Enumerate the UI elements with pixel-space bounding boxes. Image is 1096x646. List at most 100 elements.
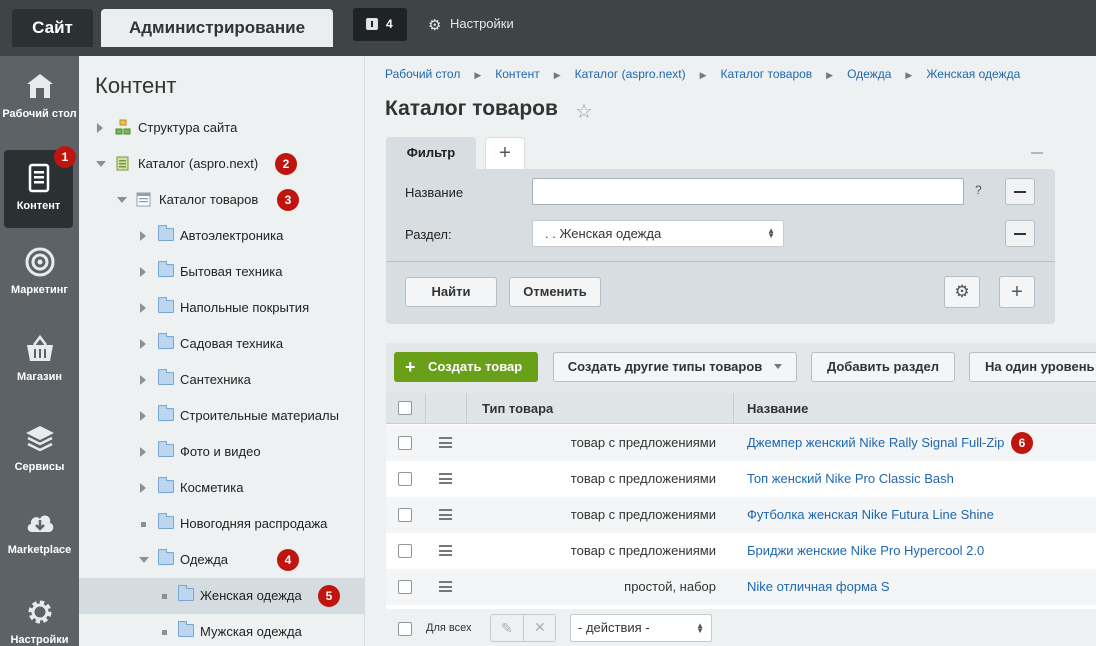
add-section-button[interactable]: Добавить раздел bbox=[811, 352, 955, 382]
expand-arrow-icon[interactable] bbox=[140, 447, 146, 457]
products-table: Тип товара Название товар с предложениям… bbox=[386, 393, 1096, 646]
column-separator bbox=[466, 393, 467, 424]
tree-item-product-catalog[interactable]: Каталог товаров 3 bbox=[79, 182, 365, 218]
name-filter-input[interactable] bbox=[532, 178, 964, 205]
table-row[interactable]: товар с предложениями Топ женский Nike P… bbox=[386, 461, 1096, 497]
table-row[interactable]: товар с предложениями Бриджи женские Nik… bbox=[386, 533, 1096, 569]
product-name-link[interactable]: Футболка женская Nike Futura Line Shine bbox=[747, 507, 994, 522]
remove-name-filter-button[interactable] bbox=[1005, 178, 1035, 205]
left-menu-marketplace[interactable]: Marketplace bbox=[0, 506, 79, 556]
star-icon[interactable]: ☆ bbox=[575, 99, 593, 124]
breadcrumb-item[interactable]: Одежда bbox=[847, 67, 891, 81]
tree-item-section[interactable]: Строительные материалы bbox=[79, 398, 365, 434]
notifications-button[interactable]: 4 bbox=[353, 8, 407, 41]
select-all-checkbox[interactable] bbox=[398, 401, 412, 415]
row-menu-icon[interactable] bbox=[439, 581, 452, 592]
select-all-footer-checkbox[interactable] bbox=[398, 622, 412, 636]
tree-item-section[interactable]: Косметика bbox=[79, 470, 365, 506]
row-menu-icon[interactable] bbox=[439, 437, 452, 448]
expand-arrow-icon[interactable] bbox=[140, 411, 146, 421]
main-area: Рабочий стол ▶ Контент ▶ Каталог (aspro.next… bbox=[365, 56, 1096, 646]
row-checkbox[interactable] bbox=[398, 508, 412, 522]
breadcrumb-item[interactable]: Контент bbox=[495, 67, 539, 81]
product-name-link[interactable]: Бриджи женские Nike Pro Hypercool 2.0 bbox=[747, 543, 984, 558]
expand-arrow-icon[interactable] bbox=[97, 123, 103, 133]
expand-arrow-icon[interactable] bbox=[140, 339, 146, 349]
table-row[interactable]: простой, набор Nike отличная форма S bbox=[386, 569, 1096, 605]
tree-item-section[interactable]: Садовая техника bbox=[79, 326, 365, 362]
tree-item-section[interactable]: Напольные покрытия bbox=[79, 290, 365, 326]
row-menu-icon[interactable] bbox=[439, 473, 452, 484]
tree-item-catalog-aspro[interactable]: Каталог (aspro.next) 2 bbox=[79, 146, 365, 182]
row-checkbox[interactable] bbox=[398, 580, 412, 594]
expand-arrow-icon[interactable] bbox=[140, 267, 146, 277]
chevron-right-icon: ▶ bbox=[905, 70, 913, 80]
remove-section-filter-button[interactable] bbox=[1005, 220, 1035, 247]
actions-select-value: - действия - bbox=[578, 620, 650, 635]
cancel-button[interactable]: Отменить bbox=[509, 277, 601, 307]
row-checkbox[interactable] bbox=[398, 544, 412, 558]
tree-item-mens-clothing[interactable]: Мужская одежда bbox=[79, 614, 365, 646]
product-name-link[interactable]: Nike отличная форма S bbox=[747, 579, 890, 594]
find-button[interactable]: Найти bbox=[405, 277, 497, 307]
collapse-arrow-icon[interactable] bbox=[139, 557, 149, 563]
actions-select[interactable]: - действия - ▲ ▼ bbox=[570, 614, 712, 642]
expand-arrow-icon[interactable] bbox=[140, 303, 146, 313]
table-row[interactable]: товар с предложениями Футболка женская N… bbox=[386, 497, 1096, 533]
tree-item-section[interactable]: Сантехника bbox=[79, 362, 365, 398]
table-row[interactable]: товар с предложениями Джемпер женский Ni… bbox=[386, 425, 1096, 461]
expand-arrow-icon[interactable] bbox=[140, 231, 146, 241]
expand-arrow-icon[interactable] bbox=[140, 483, 146, 493]
create-product-button[interactable]: + Создать товар bbox=[394, 352, 538, 382]
row-menu-icon[interactable] bbox=[439, 545, 452, 556]
row-checkbox[interactable] bbox=[398, 472, 412, 486]
breadcrumb-item[interactable]: Каталог товаров bbox=[721, 67, 813, 81]
expand-arrow-icon[interactable] bbox=[140, 375, 146, 385]
leaf-dot-icon bbox=[162, 594, 167, 599]
section-field-label: Раздел: bbox=[405, 227, 452, 242]
breadcrumb-item[interactable]: Рабочий стол bbox=[385, 67, 460, 81]
left-menu-settings[interactable]: Настройки bbox=[0, 596, 79, 646]
hint-badge-5: 5 bbox=[318, 585, 340, 607]
site-tab[interactable]: Сайт bbox=[12, 9, 93, 47]
tree-item-label: Одежда bbox=[180, 552, 229, 567]
name-column-header[interactable]: Название bbox=[747, 401, 808, 416]
delete-icon[interactable]: ✕ bbox=[534, 619, 546, 636]
tree-item-section[interactable]: Фото и видео bbox=[79, 434, 365, 470]
collapse-arrow-icon[interactable] bbox=[96, 161, 106, 167]
type-column-header[interactable]: Тип товара bbox=[482, 401, 553, 416]
add-field-button[interactable]: + bbox=[999, 276, 1035, 308]
row-checkbox[interactable] bbox=[398, 436, 412, 450]
left-menu-shop[interactable]: Магазин bbox=[0, 333, 79, 383]
tree-item-section[interactable]: Новогодняя распродажа bbox=[79, 506, 365, 542]
table-footer: Для всех ✎ ✕ - действия - ▲ ▼ bbox=[386, 609, 1096, 646]
create-other-types-button[interactable]: Создать другие типы товаров bbox=[553, 352, 797, 382]
admin-tab[interactable]: Администрирование bbox=[101, 9, 333, 47]
tree-item-section[interactable]: Бытовая техника bbox=[79, 254, 365, 290]
settings-link[interactable]: ⚙ Настройки bbox=[428, 16, 514, 33]
left-menu-marketing[interactable]: Маркетинг bbox=[0, 246, 79, 296]
product-name-link[interactable]: Джемпер женский Nike Rally Signal Full-Z… bbox=[747, 435, 1004, 450]
left-menu-services[interactable]: Сервисы bbox=[0, 423, 79, 473]
filter-tab[interactable]: Фильтр bbox=[386, 137, 476, 169]
breadcrumb-item[interactable]: Каталог (aspro.next) bbox=[575, 67, 686, 81]
tree-item-site-structure[interactable]: Структура сайта bbox=[79, 110, 365, 146]
product-name-link[interactable]: Топ женский Nike Pro Classic Bash bbox=[747, 471, 954, 486]
minimize-filter-icon[interactable] bbox=[1031, 152, 1043, 154]
add-filter-button[interactable]: + bbox=[485, 137, 525, 169]
row-menu-icon[interactable] bbox=[439, 509, 452, 520]
table-header: Тип товара Название bbox=[386, 393, 1096, 424]
collapse-arrow-icon[interactable] bbox=[117, 197, 127, 203]
section-select[interactable]: . . Женская одежда ▲ ▼ bbox=[532, 220, 784, 247]
tree-item-section[interactable]: Автоэлектроника bbox=[79, 218, 365, 254]
breadcrumb-item[interactable]: Женская одежда bbox=[926, 67, 1020, 81]
tree-item-womens-clothing[interactable]: Женская одежда 5 bbox=[79, 578, 365, 614]
help-icon[interactable]: ? bbox=[975, 183, 982, 197]
tree-item-clothing[interactable]: Одежда 4 bbox=[79, 542, 365, 578]
filter-settings-button[interactable]: ⚙ bbox=[944, 276, 980, 308]
level-up-button[interactable]: На один уровень bbox=[969, 352, 1096, 382]
left-menu-content[interactable]: Контент 1 bbox=[4, 146, 76, 228]
pencil-icon[interactable]: ✎ bbox=[501, 620, 513, 637]
tree-item-label: Фото и видео bbox=[180, 444, 261, 459]
left-menu-desktop[interactable]: Рабочий стол bbox=[0, 70, 79, 120]
